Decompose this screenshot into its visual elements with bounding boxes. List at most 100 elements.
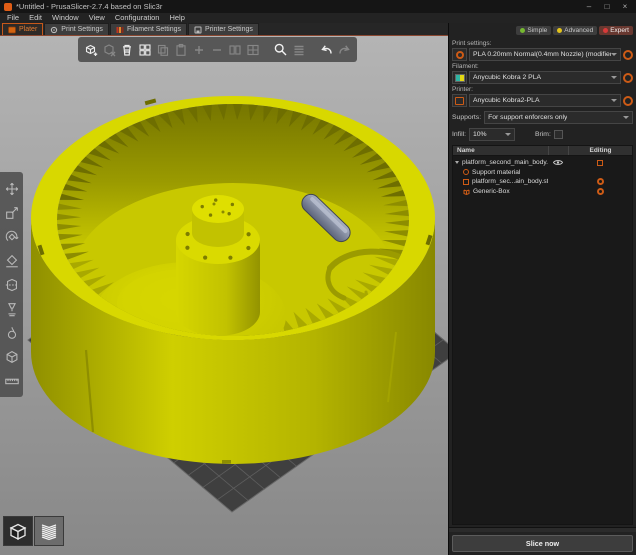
- seam-painting-icon[interactable]: [3, 324, 20, 341]
- printer-icon: [194, 26, 202, 34]
- menu-view[interactable]: View: [84, 13, 110, 23]
- chevron-down-icon: [611, 76, 617, 79]
- printer-select[interactable]: Anycubic Kobra2-PLA: [469, 94, 621, 107]
- printer-label: Printer:: [452, 86, 633, 93]
- view-toggles: [3, 516, 64, 546]
- cut-icon[interactable]: [3, 276, 20, 293]
- print-profile-icon: [452, 48, 467, 61]
- place-on-face-icon[interactable]: [3, 252, 20, 269]
- eye-column-header: [548, 146, 568, 155]
- viewport-3d[interactable]: [0, 36, 448, 555]
- name-column-header[interactable]: Name: [453, 147, 548, 154]
- editing-column-header[interactable]: Editing: [568, 146, 632, 155]
- object-row-sub-body[interactable]: platform_sec...ain_body.stl: [453, 177, 632, 187]
- split-to-parts-icon[interactable]: [245, 42, 260, 57]
- advanced-dot-icon: [557, 28, 562, 33]
- print-settings-label: Print settings:: [452, 40, 633, 47]
- mmu-segmentation-icon[interactable]: [3, 348, 20, 365]
- supports-select[interactable]: For support enforcers only: [484, 111, 633, 124]
- menu-help[interactable]: Help: [164, 13, 189, 23]
- menu-edit[interactable]: Edit: [24, 13, 47, 23]
- object-list-header: Name Editing: [452, 145, 633, 156]
- add-instance-icon[interactable]: [191, 42, 206, 57]
- chevron-down-icon: [611, 53, 617, 56]
- support-material-icon: [463, 169, 469, 175]
- mode-advanced[interactable]: Advanced: [553, 26, 597, 35]
- sidebar: Simple Advanced Expert Print settings: P…: [448, 23, 636, 555]
- menu-file[interactable]: File: [2, 13, 24, 23]
- infill-select[interactable]: 10%: [469, 128, 515, 141]
- print-settings-gear-button[interactable]: [623, 50, 633, 60]
- object-row-generic-box[interactable]: Generic-Box: [453, 187, 632, 197]
- brim-label: Brim:: [535, 131, 551, 138]
- scale-icon[interactable]: [3, 204, 20, 221]
- gear-icon: [50, 26, 58, 34]
- menu-bar: File Edit Window View Configuration Help: [0, 13, 636, 23]
- remove-instance-icon[interactable]: [209, 42, 224, 57]
- settings-gear-icon[interactable]: [597, 188, 604, 195]
- app-logo-icon: [4, 3, 12, 11]
- paint-on-supports-icon[interactable]: [3, 300, 20, 317]
- expert-dot-icon: [603, 28, 608, 33]
- scene-canvas[interactable]: [0, 36, 448, 555]
- settings-gear-icon[interactable]: [597, 178, 604, 185]
- chevron-down-icon: [611, 99, 617, 102]
- filament-select[interactable]: Anycubic Kobra 2 PLA: [469, 71, 621, 84]
- filament-label: Filament:: [452, 63, 633, 70]
- add-object-icon[interactable]: [83, 42, 98, 57]
- 3d-editor-view-button[interactable]: [3, 516, 33, 546]
- object-list: platform_second_main_body.stl Support ma…: [452, 156, 633, 525]
- top-toolbar: [78, 37, 357, 62]
- split-to-objects-icon[interactable]: [227, 42, 242, 57]
- paste-icon[interactable]: [173, 42, 188, 57]
- delete-all-icon[interactable]: [119, 42, 134, 57]
- editing-box-icon[interactable]: [597, 160, 603, 166]
- move-icon[interactable]: [3, 180, 20, 197]
- copy-icon[interactable]: [155, 42, 170, 57]
- search-icon[interactable]: [273, 42, 288, 57]
- box-modifier-icon: [463, 188, 470, 195]
- maximize-button[interactable]: □: [600, 0, 614, 13]
- object-row-main-body[interactable]: platform_second_main_body.stl: [453, 158, 632, 168]
- object-row-support-material[interactable]: Support material: [453, 168, 632, 178]
- close-button[interactable]: ×: [618, 0, 632, 13]
- simple-dot-icon: [520, 28, 525, 33]
- tab-print-settings[interactable]: Print Settings: [44, 23, 109, 35]
- plater-icon: [8, 26, 16, 34]
- variable-layer-height-icon[interactable]: [291, 42, 306, 57]
- delete-object-icon[interactable]: [101, 42, 116, 57]
- mode-expert[interactable]: Expert: [599, 26, 633, 35]
- filament-gear-button[interactable]: [623, 73, 633, 83]
- measure-icon[interactable]: [3, 372, 20, 389]
- eye-icon[interactable]: [548, 159, 568, 166]
- filament-icon: [116, 26, 124, 34]
- supports-label: Supports:: [452, 114, 481, 121]
- menu-window[interactable]: Window: [47, 13, 84, 23]
- redo-icon[interactable]: [337, 42, 352, 57]
- chevron-down-icon: [505, 133, 511, 136]
- title-bar: *Untitled - PrusaSlicer-2.7.4 based on S…: [0, 0, 636, 13]
- brim-checkbox[interactable]: [554, 130, 563, 139]
- slice-now-button[interactable]: Slice now: [452, 535, 633, 552]
- menu-configuration[interactable]: Configuration: [110, 13, 165, 23]
- undo-icon[interactable]: [319, 42, 334, 57]
- left-toolbar: [0, 172, 23, 397]
- printer-gear-button[interactable]: [623, 96, 633, 106]
- preview-view-button[interactable]: [34, 516, 64, 546]
- window-title: *Untitled - PrusaSlicer-2.7.4 based on S…: [16, 2, 578, 11]
- tab-printer-settings[interactable]: Printer Settings: [188, 23, 259, 35]
- arrange-icon[interactable]: [137, 42, 152, 57]
- mode-simple[interactable]: Simple: [516, 26, 551, 35]
- chevron-down-icon: [623, 116, 629, 119]
- tab-plater[interactable]: Plater: [2, 23, 43, 35]
- tab-bar: Plater Print Settings Filament Settings …: [0, 23, 448, 36]
- minimize-button[interactable]: –: [582, 0, 596, 13]
- print-settings-select[interactable]: PLA 0.20mm Normal(0.4mm Nozzle) (modifie…: [469, 48, 621, 61]
- model-platform-second-main-body[interactable]: [31, 90, 435, 464]
- part-icon: [463, 179, 469, 185]
- tab-filament-settings[interactable]: Filament Settings: [110, 23, 187, 35]
- mode-switcher: Simple Advanced Expert: [452, 26, 633, 35]
- rotate-icon[interactable]: [3, 228, 20, 245]
- collapse-caret-icon[interactable]: [455, 161, 459, 164]
- panel-footer-strip: [449, 527, 636, 532]
